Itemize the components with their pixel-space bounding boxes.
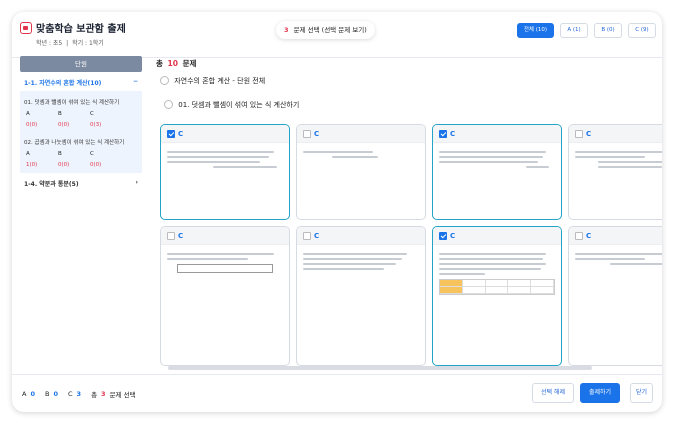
question-card[interactable]: C bbox=[160, 226, 290, 366]
selection-summary: A0 B0 C3 총 3 문제 선택 bbox=[22, 390, 136, 399]
chevron-right-icon: › bbox=[135, 179, 138, 186]
radio-icon bbox=[164, 100, 173, 109]
question-card[interactable]: C bbox=[296, 124, 426, 220]
close-button[interactable]: 닫기 bbox=[630, 383, 654, 403]
question-card[interactable]: C bbox=[432, 124, 562, 220]
question-card[interactable]: C bbox=[432, 226, 562, 366]
question-preview bbox=[161, 143, 289, 176]
question-preview bbox=[433, 245, 561, 300]
checkbox-icon[interactable] bbox=[303, 231, 311, 240]
question-preview bbox=[569, 245, 662, 273]
header: 맞춤학습 보관함 출제 학년 : 초5 | 학기 : 1학기 3 문제 선택 (… bbox=[12, 12, 662, 58]
question-card[interactable]: C bbox=[160, 124, 290, 220]
selected-questions-button[interactable]: 3 문제 선택 (선택 문제 보기) bbox=[276, 21, 375, 39]
deselect-button[interactable]: 선택 해제 bbox=[532, 383, 574, 403]
question-preview bbox=[297, 245, 425, 278]
question-card[interactable]: C bbox=[568, 226, 662, 366]
sidebar-unit-2[interactable]: 1-4. 약분과 통분(5) › bbox=[20, 179, 142, 188]
filter-tab-b[interactable]: B (0) bbox=[594, 23, 622, 38]
checkbox-icon[interactable] bbox=[575, 129, 583, 138]
submit-button[interactable]: 출제하기 bbox=[580, 383, 621, 403]
filter-tab-c[interactable]: C (9) bbox=[628, 23, 656, 38]
sidebar-unit-1[interactable]: 1-1. 자연수의 혼합 계산(10) − bbox=[20, 78, 142, 87]
total-count: 총 10 문제 bbox=[156, 59, 197, 68]
app-title: 맞춤학습 보관함 출제 bbox=[36, 24, 126, 35]
collapse-icon: − bbox=[132, 78, 138, 85]
question-card[interactable]: C bbox=[296, 226, 426, 366]
grade-filter-tabs: 전체 (10) A (1) B (0) C (9) bbox=[516, 23, 656, 38]
question-preview bbox=[569, 143, 662, 176]
radio-icon bbox=[160, 76, 169, 85]
selected-count: 3 bbox=[284, 26, 289, 34]
question-preview bbox=[433, 143, 561, 176]
grade-term-info: 학년 : 초5 | 학기 : 1학기 bbox=[36, 40, 104, 47]
dialog-window: 맞춤학습 보관함 출제 학년 : 초5 | 학기 : 1학기 3 문제 선택 (… bbox=[12, 12, 662, 412]
tree-unit[interactable]: 자연수의 혼합 계산 - 단원 전체 bbox=[160, 76, 265, 86]
checkbox-checked-icon[interactable] bbox=[167, 129, 175, 138]
question-cards: C C C C C C C C bbox=[158, 122, 662, 367]
checkbox-checked-icon[interactable] bbox=[439, 129, 447, 138]
checkbox-icon[interactable] bbox=[303, 129, 311, 138]
filter-tab-a[interactable]: A (1) bbox=[560, 23, 588, 38]
lesson-grade-counts: A B C 1(0) 0(0) 0(0) bbox=[26, 151, 102, 168]
footer: A0 B0 C3 총 3 문제 선택 선택 해제 출제하기 닫기 bbox=[12, 374, 662, 412]
lesson-item[interactable]: 02. 곱셈과 나눗셈이 섞여 있는 식 계산하기 bbox=[24, 138, 138, 146]
unit-sidebar: 단원 1-1. 자연수의 혼합 계산(10) − 01. 덧셈과 뺄셈이 섞여 … bbox=[20, 56, 142, 376]
checkbox-checked-icon[interactable] bbox=[439, 231, 447, 240]
sidebar-heading: 단원 bbox=[20, 56, 142, 72]
question-card[interactable]: C bbox=[568, 124, 662, 220]
lesson-grade-counts: A B C 0(0) 0(0) 0(3) bbox=[26, 111, 102, 128]
checkbox-icon[interactable] bbox=[575, 231, 583, 240]
logo-icon bbox=[20, 22, 32, 34]
question-preview bbox=[297, 143, 425, 166]
horizontal-scrollbar[interactable] bbox=[168, 366, 592, 370]
lesson-list: 01. 덧셈과 뺄셈이 섞여 있는 식 계산하기 A B C 0(0) 0(0)… bbox=[20, 91, 142, 173]
question-preview bbox=[161, 245, 289, 282]
lesson-item[interactable]: 01. 덧셈과 뺄셈이 섞여 있는 식 계산하기 bbox=[24, 98, 138, 106]
checkbox-icon[interactable] bbox=[167, 231, 175, 240]
tree-lesson[interactable]: 01. 덧셈과 뺄셈이 섞여 있는 식 계산하기 bbox=[164, 100, 299, 110]
filter-tab-all[interactable]: 전체 (10) bbox=[516, 23, 554, 38]
